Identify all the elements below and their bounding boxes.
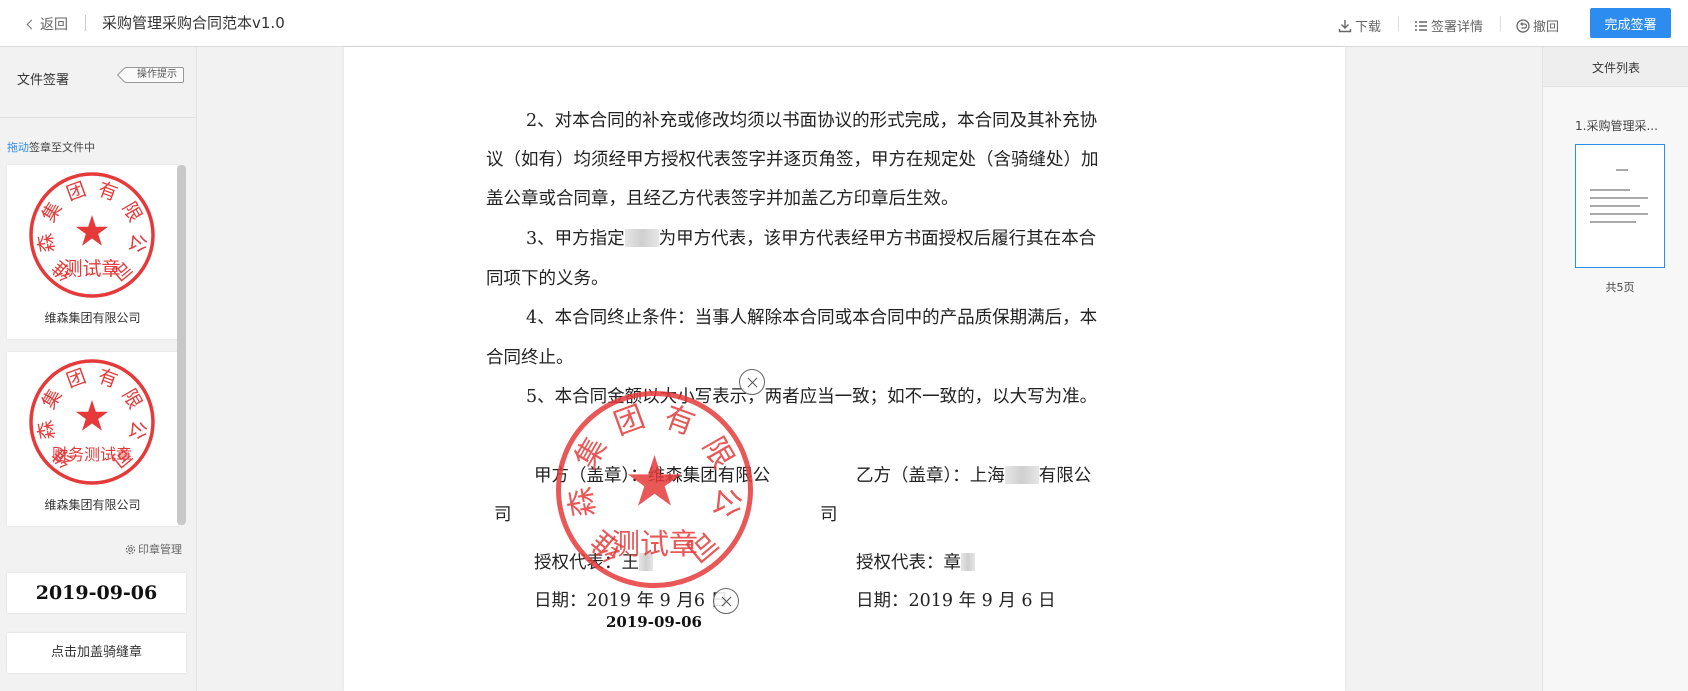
seal-arc-char: 团: [64, 178, 89, 205]
seal-card-test[interactable]: 维森集团有限公司 测试章 维森集团有限公司: [7, 165, 178, 339]
divider: [0, 117, 196, 118]
seal-center-text: 财务测试章: [52, 445, 132, 464]
finance-seal-icon: 维森集团 有限公司 财务测试章: [29, 359, 155, 485]
rep-b: 授权代表：章: [856, 549, 975, 574]
download-button[interactable]: 下载: [1338, 16, 1381, 35]
back-label: 返回: [40, 17, 68, 33]
seal-company-label: 维森集团有限公司: [44, 498, 141, 512]
document-viewer: 2、对本合同的补充或修改均须以书面协议的形式完成，本合同及其补充协 议（如有）均…: [197, 47, 1542, 691]
seal-arc-char: 公: [125, 232, 150, 255]
withdraw-label: 撤回: [1533, 20, 1560, 35]
thumb-line: [1590, 221, 1636, 223]
divider: [1398, 16, 1399, 31]
date-b: 日期：2019 年 9 月 6 日: [856, 591, 1056, 611]
doc-line: 议（如有）均须经甲方授权代表签字并逐页角签，甲方在规定处（含骑缝处）加: [486, 150, 1099, 170]
seal-arc-char: 森: [34, 232, 59, 255]
seal-arc-char: 有: [659, 399, 699, 442]
doc-text: 3、甲方指定: [526, 229, 625, 249]
seal-card-finance[interactable]: 维森集团有限公司 财务测试章 维森集团有限公司: [7, 352, 178, 526]
party-b-wrap: 司: [820, 505, 838, 525]
tag-arrow: [116, 67, 132, 83]
scrollbar[interactable]: [177, 165, 186, 525]
star-icon: [75, 400, 109, 431]
seal-arc-char: 有: [95, 178, 120, 205]
seal-arc-char: 公: [125, 419, 150, 442]
back-button[interactable]: 返回: [26, 14, 68, 34]
thumb-line: [1616, 169, 1628, 171]
placed-seal-center-text: 测试章: [611, 527, 698, 561]
panel-title: 文件签署: [17, 73, 70, 88]
file-list-panel: 文件列表 1.采购管理采... 共5页: [1542, 47, 1688, 691]
document-title: 采购管理采购合同范本v1.0: [102, 14, 285, 32]
drag-hint-link: 拖动: [7, 141, 29, 154]
sign-detail-label: 签署详情: [1431, 20, 1484, 35]
company-seal-icon: 维森集团 有限公司 测试章: [29, 172, 155, 298]
party-a-wrap: 司: [494, 505, 512, 525]
placed-date-stamp[interactable]: 2019-09-06: [606, 613, 702, 631]
page-count: 共5页: [1605, 281, 1635, 294]
file-thumbnail[interactable]: [1575, 144, 1665, 268]
star-icon: [75, 215, 109, 246]
date-a-prefix: 日期：2019 年 9 月: [534, 591, 694, 611]
file-list-title: 文件列表: [1591, 61, 1640, 75]
gear-icon: [125, 544, 136, 554]
placed-company-seal[interactable]: 维森集团 有限公司 测试章: [552, 387, 757, 592]
doc-line: 2、对本合同的补充或修改均须以书面协议的形式完成，本合同及其补充协: [526, 111, 1098, 131]
download-label: 下载: [1355, 20, 1382, 35]
star-icon: [627, 455, 682, 506]
seal-arc-char: 有: [95, 365, 120, 392]
seal-arc-char: 森: [563, 484, 603, 520]
thumb-line: [1590, 213, 1648, 215]
file-name-link[interactable]: 1.采购管理采...: [1575, 117, 1658, 134]
doc-line: 合同终止。: [486, 348, 574, 368]
rep-b-text: 授权代表：章: [856, 553, 961, 573]
drag-hint: 拖动签章至文件中: [7, 139, 95, 155]
riding-seal-button[interactable]: 点击加盖骑缝章: [7, 633, 186, 673]
doc-line: 4、本合同终止条件：当事人解除本合同或本合同中的产品质保期满后，本: [526, 308, 1098, 328]
finish-signing-button[interactable]: 完成签署: [1590, 8, 1671, 38]
date-stamp-card[interactable]: 2019-09-06: [7, 573, 186, 613]
seal-management-link[interactable]: 印章管理: [125, 541, 182, 557]
doc-line: 3、甲方指定 为甲方代表，该甲方代表经甲方书面授权后履行其在本合: [526, 225, 1096, 250]
drag-hint-text: 签章至文件中: [29, 141, 95, 154]
seal-company-label: 维森集团有限公司: [44, 311, 141, 325]
redacted-name: [1004, 465, 1039, 484]
doc-line: 盖公章或合同章，且经乙方代表签字并加盖乙方印章后生效。: [486, 189, 959, 209]
operation-hint-button[interactable]: 操作提示: [116, 67, 184, 83]
download-icon: [1338, 19, 1352, 32]
remove-date-button[interactable]: [713, 588, 739, 614]
sign-detail-button[interactable]: 签署详情: [1414, 16, 1483, 35]
top-bar: 返回 采购管理采购合同范本v1.0 下载 签署详情 撤回 完成签署: [0, 0, 1688, 47]
thumb-line: [1590, 189, 1630, 191]
remove-seal-button[interactable]: [739, 369, 765, 395]
seal-management-label: 印章管理: [138, 543, 182, 556]
thumb-line: [1590, 205, 1640, 207]
party-b-suffix: 有限公: [1038, 466, 1092, 486]
document-page: 2、对本合同的补充或修改均须以书面协议的形式完成，本合同及其补充协 议（如有）均…: [344, 47, 1345, 691]
seal-arc-char: 公: [707, 484, 747, 520]
left-panel: 文件签署 操作提示 拖动签章至文件中 维森集团有限公司 测试章 维森集团有限公司…: [0, 47, 197, 691]
redacted-name: [624, 228, 659, 247]
seal-arc-char: 团: [64, 365, 89, 392]
doc-text: 为甲方代表，该甲方代表经甲方书面授权后履行其在本合: [658, 229, 1097, 249]
divider: [85, 15, 86, 31]
list-icon: [1415, 20, 1427, 31]
party-b-prefix: 乙方（盖章）：上海: [856, 466, 1005, 486]
chevron-left-icon: [26, 19, 37, 30]
file-list-header: 文件列表: [1543, 47, 1688, 87]
party-b-label: 乙方（盖章）：上海 有限公: [856, 462, 1091, 487]
seal-arc-char: 团: [609, 399, 649, 442]
seal-arc-char: 森: [34, 419, 59, 442]
seal-center-text: 测试章: [63, 258, 120, 280]
withdraw-icon: [1516, 18, 1530, 33]
operation-hint-label: 操作提示: [137, 69, 177, 80]
divider: [1500, 16, 1501, 31]
doc-line: 同项下的义务。: [486, 269, 609, 289]
thumb-line: [1590, 197, 1648, 199]
withdraw-button[interactable]: 撤回: [1516, 16, 1559, 35]
redacted-name: [961, 552, 975, 571]
